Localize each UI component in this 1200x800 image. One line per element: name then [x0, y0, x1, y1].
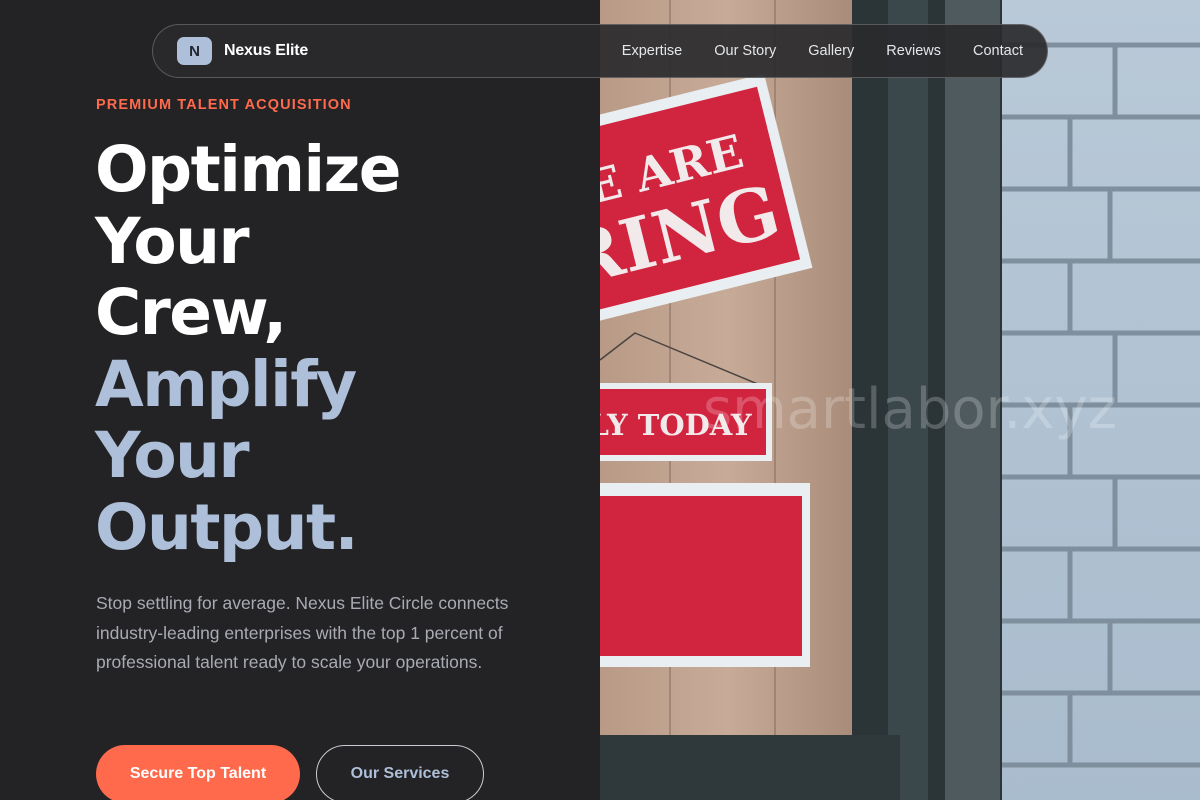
hiring-sign-image: E ARE RING LY TODAY smartlabor.xyz: [600, 0, 1200, 800]
hero-description: Stop settling for average. Nexus Elite C…: [96, 593, 509, 672]
hero-headline: Optimize Your Crew, Amplify Your Output.: [95, 133, 402, 564]
headline-line: Crew,: [95, 276, 287, 349]
nav-link-expertise[interactable]: Expertise: [622, 43, 682, 59]
hero-eyebrow: PREMIUM TALENT ACQUISITION: [96, 97, 352, 113]
secure-top-talent-button[interactable]: Secure Top Talent: [96, 745, 300, 800]
hero-photo: E ARE RING LY TODAY smartlabor.xyz: [600, 0, 1200, 800]
headline-line-accent: Your: [95, 419, 250, 492]
nav-links: Expertise Our Story Gallery Reviews Cont…: [622, 43, 1023, 59]
headline-line: Optimize: [95, 133, 402, 206]
our-services-button[interactable]: Our Services: [316, 745, 484, 800]
headline-line-accent: Output.: [95, 490, 359, 564]
hero-page: E ARE RING LY TODAY smartlabor.xyz N Nex…: [0, 0, 1200, 800]
nav-link-our-story[interactable]: Our Story: [714, 43, 776, 59]
nav-link-gallery[interactable]: Gallery: [808, 43, 854, 59]
top-nav: N Nexus Elite Expertise Our Story Galler…: [152, 24, 1048, 78]
watermark-text: smartlabor.xyz: [703, 377, 1117, 442]
brand-logo-icon: N: [177, 37, 212, 65]
nav-link-reviews[interactable]: Reviews: [886, 43, 941, 59]
brand[interactable]: N Nexus Elite: [177, 37, 308, 65]
nav-link-contact[interactable]: Contact: [973, 43, 1023, 59]
headline-line: Your: [95, 204, 250, 278]
brand-name: Nexus Elite: [224, 42, 309, 59]
headline-line-accent: Amplify: [95, 347, 357, 421]
